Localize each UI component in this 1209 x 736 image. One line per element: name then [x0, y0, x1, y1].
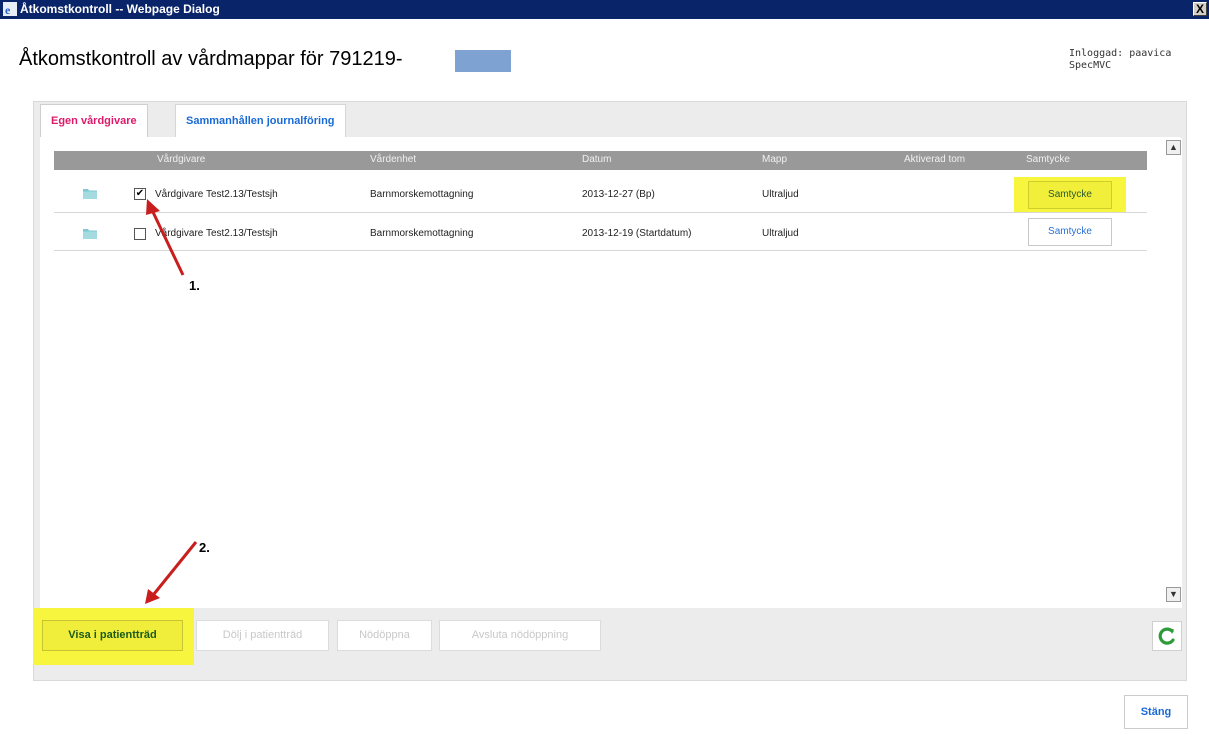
window-close-button[interactable]: X: [1193, 2, 1207, 16]
window-title-bar: e Åtkomstkontroll -- Webpage Dialog X: [0, 0, 1209, 19]
folder-icon: [83, 229, 97, 239]
cell-vardgivare: Vårdgivare Test2.13/Testsjh: [155, 228, 278, 239]
cell-vardgivare: Vårdgivare Test2.13/Testsjh: [155, 189, 278, 200]
row-divider: [54, 212, 1147, 213]
cell-vardenhet: Barnmorskemottagning: [370, 189, 474, 200]
cell-datum: 2013-12-19 (Startdatum): [582, 228, 692, 239]
scroll-up-button[interactable]: ▲: [1166, 140, 1181, 155]
annotation-step-2: 2.: [199, 540, 210, 555]
column-header-mapp: Mapp: [762, 154, 788, 165]
annotation-step-1: 1.: [189, 278, 200, 293]
logged-in-app: SpecMVC: [1069, 60, 1112, 71]
refresh-button[interactable]: [1152, 621, 1182, 651]
cell-vardenhet: Barnmorskemottagning: [370, 228, 474, 239]
cell-mapp: Ultraljud: [762, 189, 799, 200]
scroll-down-button[interactable]: ▼: [1166, 587, 1181, 602]
folder-icon: [83, 189, 97, 199]
avsluta-nodoppning-button[interactable]: Avsluta nödöppning: [439, 620, 601, 651]
window-title: Åtkomstkontroll -- Webpage Dialog: [20, 2, 220, 16]
cell-mapp: Ultraljud: [762, 228, 799, 239]
stang-button[interactable]: Stäng: [1124, 695, 1188, 729]
tab-sammanhallen-journalforing[interactable]: Sammanhållen journalföring: [175, 104, 346, 137]
cell-datum: 2013-12-27 (Bp): [582, 189, 655, 200]
svg-text:e: e: [5, 3, 11, 16]
samtycke-button[interactable]: Samtycke: [1028, 218, 1112, 246]
column-header-datum: Datum: [582, 154, 612, 165]
tab-egen-vardgivare[interactable]: Egen vårdgivare: [40, 104, 148, 137]
column-header-vardgivare: Vårdgivare: [157, 154, 206, 165]
column-header-vardenhet: Vårdenhet: [370, 154, 417, 165]
refresh-icon: [1158, 627, 1175, 645]
samtycke-button[interactable]: Samtycke: [1028, 181, 1112, 209]
column-header-aktiverad-tom: Aktiverad tom: [904, 154, 966, 165]
visa-i-patienttrad-button[interactable]: Visa i patientträd: [42, 620, 183, 651]
row-divider: [54, 250, 1147, 251]
vertical-scrollbar[interactable]: ▲ ▼: [1165, 138, 1182, 608]
column-header-samtycke: Samtycke: [1026, 154, 1070, 165]
redacted-id-block: [455, 50, 511, 72]
row-checkbox[interactable]: [134, 228, 146, 240]
logged-in-user: Inloggad: paavica SpecMVC: [1069, 48, 1171, 72]
internet-explorer-icon: e: [3, 2, 17, 16]
page-title: Åtkomstkontroll av vårdmappar för 791219…: [19, 48, 403, 70]
tab-content-area: [40, 137, 1180, 608]
row-checkbox[interactable]: ✔: [134, 188, 146, 200]
nodoppna-button[interactable]: Nödöppna: [337, 620, 432, 651]
logged-in-label: Inloggad: paavica: [1069, 48, 1172, 59]
dolj-i-patienttrad-button[interactable]: Dölj i patientträd: [196, 620, 329, 651]
